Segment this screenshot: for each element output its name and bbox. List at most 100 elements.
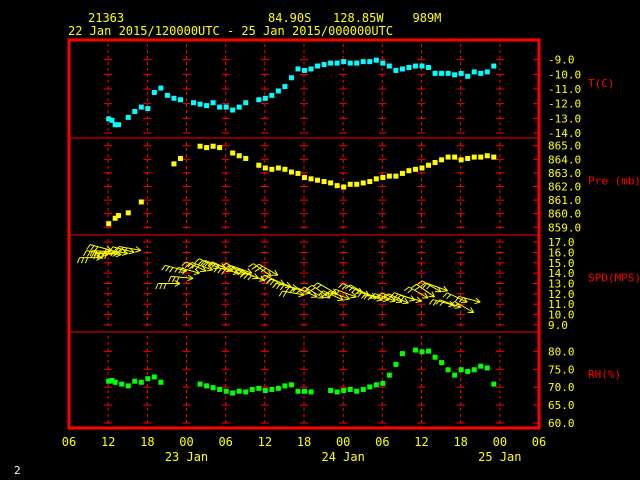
wind-barb-feather	[351, 288, 357, 294]
temperature-point	[360, 59, 366, 65]
pressure-point	[484, 153, 490, 159]
humidity-point	[308, 389, 314, 395]
wind-barb-feather	[278, 290, 283, 297]
temperature-point	[132, 109, 138, 114]
temperature-point	[445, 70, 451, 76]
humidity-point	[275, 385, 281, 391]
wind-barb-feather	[243, 273, 249, 280]
wind-barb-feather	[239, 272, 245, 278]
temperature-point	[399, 66, 405, 72]
wind-barb	[299, 286, 325, 299]
wind-barb-feather	[248, 263, 254, 268]
wind-barb-feather	[82, 250, 87, 257]
wind-barb-feather	[76, 257, 81, 264]
humidity-point	[484, 365, 490, 371]
temperature-point	[210, 100, 216, 106]
humidity-point	[217, 386, 223, 392]
humidity-point	[132, 378, 138, 384]
humidity-point	[412, 347, 418, 353]
pressure-tick-label: 861.0	[548, 194, 581, 207]
pressure-point	[106, 221, 112, 227]
wind-barb-feather	[217, 268, 222, 274]
humidity-point	[119, 381, 125, 387]
temperature-point	[386, 63, 392, 69]
wind-barb-head	[454, 306, 461, 309]
wind-barb-feather	[175, 276, 180, 283]
wind-barb-feather	[414, 286, 421, 291]
temperature-tick-label: -11.0	[548, 83, 581, 96]
wind-barb-feather	[247, 275, 253, 281]
humidity-point	[236, 388, 242, 394]
pressure-point	[380, 174, 386, 180]
wind-barb-feather	[155, 283, 159, 290]
humidity-point	[439, 360, 445, 366]
temperature-point	[412, 63, 418, 69]
temperature-point	[484, 69, 490, 75]
x-date-label: 23 Jan	[165, 450, 208, 464]
pressure-point	[341, 184, 347, 190]
wind-barb-head	[428, 295, 435, 298]
pressure-point	[115, 213, 121, 219]
x-tick-label: 06	[532, 435, 546, 449]
pressure-point	[386, 173, 392, 179]
wind-barb-head	[376, 299, 383, 302]
pressure-point	[406, 168, 412, 174]
pressure-point	[367, 179, 373, 185]
humidity-point	[354, 388, 360, 394]
temperature-point	[151, 89, 157, 95]
temperature-point	[491, 63, 497, 69]
wind-barb-head	[441, 290, 448, 293]
temperature-tick-label: -10.0	[548, 68, 581, 81]
page-number: 2	[14, 464, 21, 477]
wind-barb	[455, 295, 481, 305]
pressure-tick-label: 860.0	[548, 208, 581, 221]
humidity-panel-label: RH(%)	[588, 368, 621, 381]
humidity-point	[210, 385, 216, 391]
pressure-point	[465, 155, 471, 161]
wind-barb	[168, 274, 194, 283]
temperature-point	[426, 65, 432, 70]
wind-barb-head	[408, 299, 416, 302]
humidity-point	[471, 367, 477, 373]
data-layer	[76, 57, 497, 396]
humidity-point	[373, 382, 379, 388]
pressure-point	[210, 143, 216, 149]
humidity-tick-label: 80.0	[548, 345, 575, 358]
humidity-point	[112, 379, 118, 385]
x-date-label: 24 Jan	[321, 450, 364, 464]
temperature-point	[217, 104, 223, 110]
wind-barb-feather	[163, 283, 167, 290]
wind-barb-head	[206, 269, 213, 272]
pressure-point	[282, 166, 288, 172]
temperature-point	[354, 60, 360, 66]
humidity-point	[399, 351, 405, 357]
wind-barb	[422, 282, 448, 293]
wind-barb-feather	[194, 258, 200, 264]
pressure-point	[393, 173, 399, 179]
wind-barb-head	[382, 299, 389, 302]
temperature-point	[171, 95, 177, 101]
pressure-point	[236, 153, 242, 159]
wind-barb-feather	[161, 265, 166, 271]
humidity-point	[158, 379, 164, 385]
wind-barb-feather	[276, 283, 281, 290]
temperature-point	[275, 88, 281, 94]
x-tick-label: 00	[179, 435, 193, 449]
x-date-label: 25 Jan	[478, 450, 521, 464]
temperature-point	[458, 70, 464, 76]
pressure-point	[334, 183, 340, 189]
temperature-point	[243, 100, 249, 106]
pressure-point	[308, 176, 314, 182]
pressure-point	[256, 162, 262, 168]
pressure-tick-label: 864.0	[548, 153, 581, 166]
temperature-point	[380, 60, 386, 66]
temperature-point	[367, 59, 373, 65]
temperature-point	[347, 60, 353, 66]
x-tick-label: 12	[258, 435, 272, 449]
humidity-point	[347, 386, 353, 392]
pressure-point	[204, 145, 210, 151]
temperature-point	[145, 106, 151, 112]
humidity-point	[230, 390, 236, 396]
humidity-point	[386, 372, 392, 378]
humidity-point	[302, 388, 307, 394]
